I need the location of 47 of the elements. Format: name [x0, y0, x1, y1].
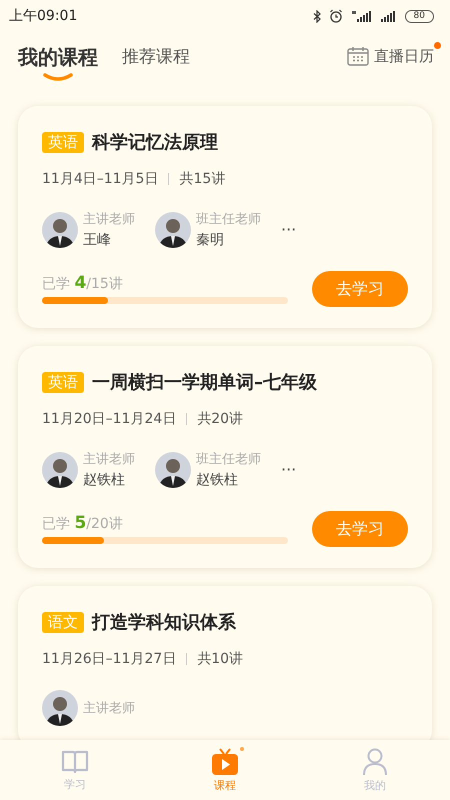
live-calendar-link[interactable]: 直播日历	[374, 46, 434, 66]
lesson-count: 共20讲	[197, 410, 244, 428]
lesson-count: 共10讲	[197, 650, 244, 668]
course-tab[interactable]: 推荐课程	[122, 42, 190, 72]
tab-indicator	[43, 73, 73, 81]
course-dates: 11月4日–11月5日	[42, 170, 158, 188]
avatar-icon	[42, 452, 78, 488]
teacher-role: 班主任老师	[196, 211, 261, 228]
teacher-role: 班主任老师	[196, 451, 261, 468]
progress-text: 已学 4/15讲	[42, 276, 123, 292]
course-card[interactable]: 语文 打造学科知识体系 11月26日–11月27日 共10讲 主讲老师	[18, 586, 432, 740]
signal-icon	[380, 10, 397, 22]
tv-play-icon	[211, 748, 239, 776]
more-icon[interactable]: ···	[281, 460, 296, 479]
course-dates: 11月20日–11月24日	[42, 410, 176, 428]
avatar-icon	[155, 452, 191, 488]
alarm-icon	[328, 9, 343, 23]
bluetooth-icon	[312, 10, 321, 22]
course-card[interactable]: 英语 科学记忆法原理 11月4日–11月5日 共15讲 主讲老师 王峰 班主任老师 秦明 ··· 已学 4/15讲 去学习	[18, 106, 432, 328]
course-title: 科学记忆法原理	[92, 131, 218, 154]
teacher-name: 秦明	[196, 231, 225, 249]
subject-tag: 英语	[42, 132, 84, 152]
calendar-icon[interactable]	[347, 46, 369, 66]
course-title: 打造学科知识体系	[92, 611, 236, 634]
course-title: 一周横扫一学期单词–七年级	[92, 371, 317, 394]
course-tab[interactable]: 我的课程	[18, 42, 98, 72]
more-icon[interactable]: ···	[281, 220, 296, 239]
avatar-icon	[155, 212, 191, 248]
teacher-role: 主讲老师	[83, 451, 135, 468]
teacher-name: 赵铁柱	[196, 471, 239, 489]
teacher-role: 主讲老师	[83, 211, 135, 228]
signal-icon	[350, 10, 373, 22]
lesson-count: 共15讲	[179, 170, 226, 188]
teacher-role: 主讲老师	[83, 700, 135, 717]
status-time: 上午09:01	[9, 7, 78, 25]
course-dates: 11月26日–11月27日	[42, 650, 176, 668]
teacher-name: 赵铁柱	[83, 471, 126, 489]
book-icon	[61, 748, 89, 774]
teacher-name: 王峰	[83, 231, 112, 249]
avatar-icon	[42, 690, 78, 726]
person-icon	[362, 748, 388, 776]
avatar-icon	[42, 212, 78, 248]
battery-indicator: 80	[404, 10, 434, 22]
subject-tag: 语文	[42, 612, 84, 632]
subject-tag: 英语	[42, 372, 84, 392]
progress-text: 已学 5/20讲	[42, 516, 123, 532]
course-card[interactable]: 英语 一周横扫一学期单词–七年级 11月20日–11月24日 共20讲 主讲老师 赵铁柱 班主任老师 赵铁柱 ··· 已学 5/20讲 去学习	[18, 346, 432, 568]
